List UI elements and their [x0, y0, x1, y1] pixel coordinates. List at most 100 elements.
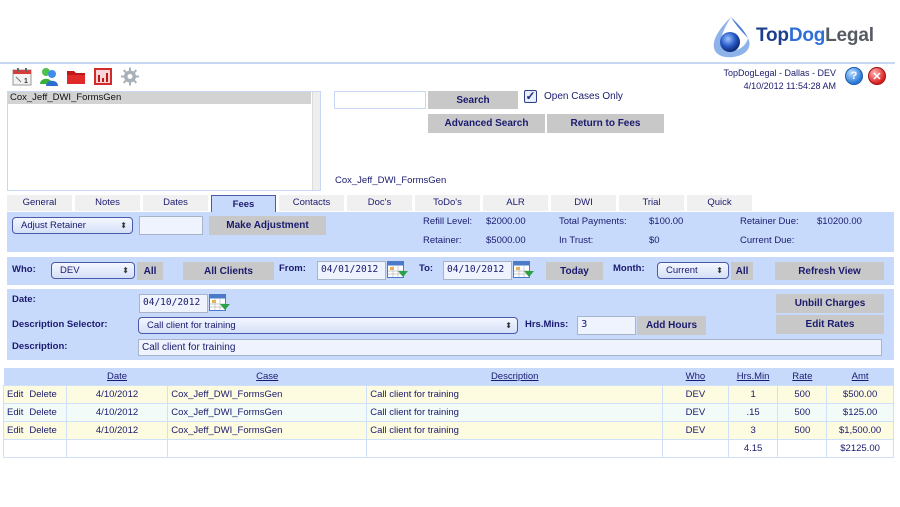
date-label: Date: — [12, 294, 36, 305]
tab-fees[interactable]: Fees — [211, 195, 276, 213]
entry-calendar-icon[interactable] — [209, 294, 231, 312]
delete-link[interactable]: Delete — [29, 407, 56, 418]
table-row: Edit Delete 4/10/2012 Cox_Jeff_DWI_FormsG… — [3, 420, 894, 440]
brand-name-top: Top — [756, 25, 789, 46]
header-divider — [0, 62, 895, 64]
cell-who: DEV — [662, 402, 729, 422]
report-icon[interactable] — [92, 67, 113, 86]
edit-link[interactable]: Edit — [7, 425, 23, 436]
case-list-scrollbar[interactable] — [312, 92, 320, 190]
tab-dwi[interactable]: DWI — [551, 195, 616, 211]
calendar-icon[interactable]: 1 — [11, 67, 32, 86]
tab-general[interactable]: General — [7, 195, 72, 211]
cell-description: Call client for training — [366, 384, 664, 404]
cell-description: Call client for training — [366, 420, 664, 440]
tab-alr[interactable]: ALR — [483, 195, 548, 211]
adjustment-amount-input[interactable] — [139, 216, 203, 235]
close-icon: ✕ — [872, 70, 882, 83]
make-adjustment-button[interactable]: Make Adjustment — [209, 216, 326, 235]
description-selector-value: Call client for training — [147, 320, 236, 331]
return-to-fees-button[interactable]: Return to Fees — [547, 114, 664, 133]
column-header-description[interactable]: Description — [366, 368, 663, 385]
retainer-value: $5000.00 — [486, 235, 526, 246]
cell-who: DEV — [662, 420, 729, 440]
select-arrows-icon: ⬍ — [122, 266, 129, 275]
cell-case: Cox_Jeff_DWI_FormsGen — [167, 402, 368, 422]
case-tabs: General Notes Dates Fees Contacts Doc's … — [7, 195, 752, 213]
edit-link[interactable]: Edit — [7, 407, 23, 418]
from-calendar-icon[interactable] — [387, 261, 409, 279]
cell-date: 4/10/2012 — [65, 402, 169, 422]
who-select[interactable]: DEV ⬍ — [51, 262, 135, 279]
cell-hrs: 3 — [727, 420, 779, 440]
brand-name: TopDogLegal — [756, 25, 874, 47]
today-button[interactable]: Today — [546, 262, 603, 280]
folder-icon[interactable] — [65, 67, 86, 86]
refresh-view-button[interactable]: Refresh View — [775, 262, 884, 280]
description-label: Description: — [12, 341, 68, 352]
entry-panel: Date: 04/10/2012 Description Selector: C… — [7, 289, 894, 360]
open-cases-only-checkbox[interactable]: ✓ — [524, 90, 537, 103]
cell-rate: 500 — [777, 420, 828, 440]
delete-link[interactable]: Delete — [29, 389, 56, 400]
cell-amt: $500.00 — [826, 384, 894, 404]
contacts-icon[interactable] — [38, 67, 59, 86]
settings-gear-icon[interactable] — [119, 67, 140, 86]
refill-level-value: $2000.00 — [486, 216, 526, 227]
table-row: Edit Delete 4/10/2012 Cox_Jeff_DWI_FormsG… — [3, 384, 894, 404]
tab-todos[interactable]: ToDo's — [415, 195, 480, 211]
current-due-label: Current Due: — [740, 235, 795, 246]
unbill-charges-button[interactable]: Unbill Charges — [776, 294, 884, 313]
hrs-mins-input[interactable]: 3 — [577, 316, 636, 335]
who-label: Who: — [12, 264, 36, 275]
column-header-hrs-min[interactable]: Hrs.Min — [728, 368, 778, 385]
to-date-input[interactable]: 04/10/2012 — [443, 261, 512, 280]
month-select[interactable]: Current ⬍ — [657, 262, 729, 279]
cell-description: Call client for training — [366, 402, 664, 422]
logo-mark-icon — [713, 17, 750, 58]
to-calendar-icon[interactable] — [513, 261, 535, 279]
close-button[interactable]: ✕ — [868, 67, 886, 85]
column-header-date[interactable]: Date — [66, 368, 168, 385]
brand-name-dog: Dog — [788, 25, 826, 46]
tab-contacts[interactable]: Contacts — [279, 195, 344, 211]
entry-date-input[interactable]: 04/10/2012 — [139, 294, 208, 313]
case-list[interactable]: Cox_Jeff_DWI_FormsGen — [7, 91, 321, 191]
search-button[interactable]: Search — [428, 91, 518, 109]
tab-notes[interactable]: Notes — [75, 195, 140, 211]
adjust-retainer-select[interactable]: Adjust Retainer ⬍ — [12, 217, 133, 234]
open-cases-only-label: Open Cases Only — [544, 91, 623, 102]
retainer-due-value: $10200.00 — [817, 216, 862, 227]
topdoglegal-logo: TopDogLegal — [708, 14, 893, 60]
edit-link[interactable]: Edit — [7, 389, 23, 400]
delete-link[interactable]: Delete — [29, 425, 56, 436]
add-hours-button[interactable]: Add Hours — [637, 316, 706, 335]
description-selector-select[interactable]: Call client for training ⬍ — [138, 317, 518, 334]
toolbar: 1 — [11, 67, 140, 86]
column-header-case[interactable]: Case — [167, 368, 367, 385]
tab-trial[interactable]: Trial — [619, 195, 684, 211]
help-button[interactable]: ? — [845, 67, 863, 85]
tab-dates[interactable]: Dates — [143, 195, 208, 211]
tab-quick[interactable]: Quick — [687, 195, 752, 211]
in-trust-label: In Trust: — [559, 235, 594, 246]
column-header-rate[interactable]: Rate — [777, 368, 827, 385]
case-list-item[interactable]: Cox_Jeff_DWI_FormsGen — [8, 92, 311, 104]
month-all-button[interactable]: All — [731, 262, 753, 280]
column-header-amt[interactable]: Amt — [826, 368, 894, 385]
fees-table: Date Case Description Who Hrs.Min Rate A… — [3, 368, 894, 458]
case-search-input[interactable] — [334, 91, 426, 109]
tab-docs[interactable]: Doc's — [347, 195, 412, 211]
cell-amt: $1,500.00 — [826, 420, 894, 440]
all-clients-button[interactable]: All Clients — [183, 262, 274, 280]
from-date-input[interactable]: 04/01/2012 — [317, 261, 386, 280]
selected-case-name: Cox_Jeff_DWI_FormsGen — [335, 175, 447, 186]
edit-rates-button[interactable]: Edit Rates — [776, 315, 884, 334]
description-input[interactable]: Call client for training — [138, 339, 882, 356]
column-header-who[interactable]: Who — [662, 368, 729, 385]
advanced-search-button[interactable]: Advanced Search — [428, 114, 545, 133]
who-all-button[interactable]: All — [137, 262, 163, 280]
select-arrows-icon: ⬍ — [716, 266, 723, 275]
cell-amt: $125.00 — [826, 402, 894, 422]
session-location: TopDogLegal - Dallas - DEV — [723, 68, 836, 78]
